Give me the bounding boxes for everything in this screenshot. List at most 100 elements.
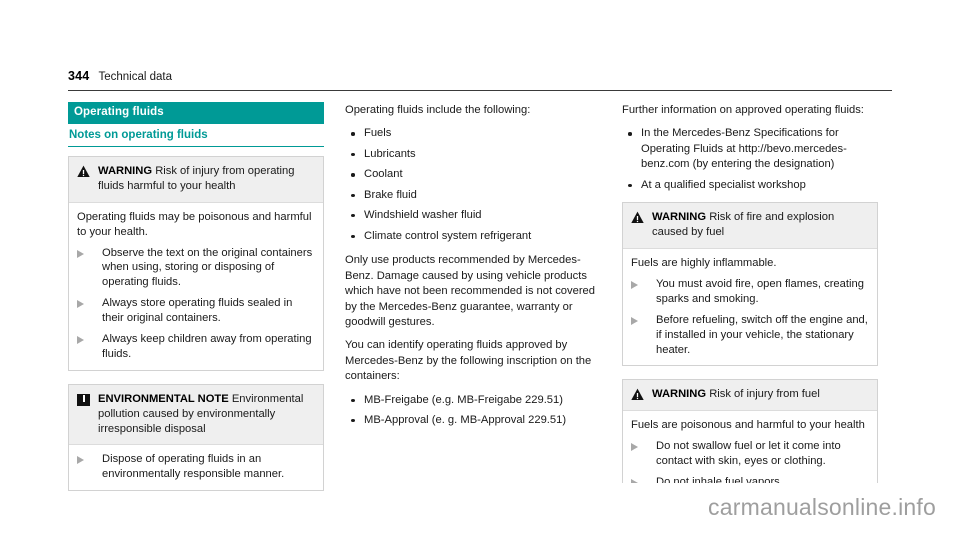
list-item: Do not inhale fuel vapors. xyxy=(631,475,868,484)
warning-label: WARNING xyxy=(98,165,153,178)
action-triangle-icon xyxy=(77,249,93,258)
list-item: MB-Freigabe (e.g. MB-Freigabe 229.51) xyxy=(345,393,601,408)
inscription-intro-paragraph: You can identify operating fluids approv… xyxy=(345,339,592,383)
warning-intro-text: Fuels are poisonous and harmful to your … xyxy=(631,419,865,432)
fluids-intro-text: Operating fluids include the following: xyxy=(345,104,531,116)
page-header: 344 Technical data xyxy=(68,69,892,91)
action-text: Do not swallow fuel or let it come into … xyxy=(656,440,841,468)
section-title-bar: Operating fluids xyxy=(68,102,324,125)
list-item-label: Windshield washer fluid xyxy=(364,209,482,222)
warning-action-list: Do not swallow fuel or let it come into … xyxy=(631,439,868,484)
warning-intro-text: Fuels are highly inflammable. xyxy=(631,257,777,270)
list-item: Lubricants xyxy=(345,147,601,162)
watermark: carmanualsonline.info xyxy=(708,494,936,520)
list-item-label: Brake fluid xyxy=(364,188,417,201)
action-text: Observe the text on the original contain… xyxy=(102,246,313,289)
warning-title: Risk of injury from fuel xyxy=(709,388,820,401)
warning-box-header: WARNING Risk of injury from operating fl… xyxy=(69,157,323,203)
bullet-icon xyxy=(351,214,355,218)
column-middle: Operating fluids include the following: … xyxy=(345,102,601,504)
list-item: Always keep children away from operating… xyxy=(77,332,314,362)
warning-box-header: WARNING Risk of fire and explosion cause… xyxy=(623,203,877,250)
environmental-note-icon xyxy=(77,393,90,406)
column-left: Operating fluids Notes on operating flui… xyxy=(68,102,324,504)
list-item-label: MB-Freigabe (e.g. MB-Freigabe 229.51) xyxy=(364,393,563,406)
bullet-icon xyxy=(628,132,632,136)
list-item: Coolant xyxy=(345,167,601,182)
list-item: At a qualified specialist workshop xyxy=(622,178,878,193)
action-text: Always store operating fluids sealed in … xyxy=(102,297,293,325)
column-right: Further information on approved operatin… xyxy=(622,102,878,504)
subsection-title: Notes on operating fluids xyxy=(68,124,324,148)
environmental-note-body: Dispose of operating fluids in an enviro… xyxy=(69,445,323,490)
page-number: 344 xyxy=(68,69,90,83)
list-item-label: At a qualified specialist workshop xyxy=(641,178,806,191)
environmental-action-list: Dispose of operating fluids in an enviro… xyxy=(77,452,314,482)
action-text: Before refueling, switch off the engine … xyxy=(656,313,868,356)
further-info-list: In the Mercedes-Benz Specifications for … xyxy=(622,126,878,193)
warning-box-body: Operating fluids may be poisonous and ha… xyxy=(69,203,323,370)
bullet-icon xyxy=(351,193,355,197)
bullet-icon xyxy=(351,173,355,177)
warning-intro-text: Operating fluids may be poisonous and ha… xyxy=(77,210,312,238)
bullet-icon xyxy=(351,419,355,423)
environmental-note-header-text: ENVIRONMENTAL NOTE Environmental polluti… xyxy=(98,392,314,437)
action-text: Dispose of operating fluids in an enviro… xyxy=(102,453,285,481)
list-item: Do not swallow fuel or let it come into … xyxy=(631,439,868,469)
warning-triangle-icon xyxy=(77,165,90,178)
warning-box-header-text: WARNING Risk of injury from operating fl… xyxy=(98,164,314,194)
operating-fluids-list: Fuels Lubricants Coolant Brake fluid Win… xyxy=(345,126,601,244)
warning-triangle-icon xyxy=(631,211,644,224)
action-triangle-icon xyxy=(77,300,93,309)
list-item: Climate control system refrigerant xyxy=(345,229,601,244)
list-item: Dispose of operating fluids in an enviro… xyxy=(77,452,314,482)
warning-triangle-icon xyxy=(631,388,644,401)
list-item: In the Mercedes-Benz Specifications for … xyxy=(622,126,878,172)
warning-box-fire-explosion: WARNING Risk of fire and explosion cause… xyxy=(622,202,878,367)
environmental-note-header: ENVIRONMENTAL NOTE Environmental polluti… xyxy=(69,384,323,446)
action-triangle-icon xyxy=(77,456,93,465)
environmental-note-label: ENVIRONMENTAL NOTE xyxy=(98,392,229,405)
warning-box-body: Fuels are highly inflammable. You must a… xyxy=(623,249,877,365)
list-item-label: Lubricants xyxy=(364,147,416,160)
warning-box-header-text: WARNING Risk of injury from fuel xyxy=(652,387,820,402)
list-item-label: Fuels xyxy=(364,127,392,140)
action-triangle-icon xyxy=(631,280,647,289)
further-info-intro-text: Further information on approved operatin… xyxy=(622,104,864,116)
list-item: MB-Approval (e. g. MB-Approval 229.51) xyxy=(345,413,601,428)
list-item: Always store operating fluids sealed in … xyxy=(77,296,314,326)
warning-action-list: Observe the text on the original contain… xyxy=(77,246,314,362)
action-triangle-icon xyxy=(631,478,647,484)
inscription-list: MB-Freigabe (e.g. MB-Freigabe 229.51) MB… xyxy=(345,393,601,429)
bullet-icon xyxy=(628,183,632,187)
action-text: Do not inhale fuel vapors. xyxy=(656,475,783,484)
list-item-label: In the Mercedes-Benz Specifications for … xyxy=(641,127,847,171)
warning-action-list: You must avoid fire, open flames, creati… xyxy=(631,277,868,357)
page-section-title: Technical data xyxy=(98,71,172,83)
page-columns: Operating fluids Notes on operating flui… xyxy=(68,102,892,504)
recommended-products-paragraph: Only use products recommended by Mercede… xyxy=(345,254,596,328)
action-text: You must avoid fire, open flames, creati… xyxy=(656,277,864,305)
list-item: Observe the text on the original contain… xyxy=(77,246,314,291)
warning-label: WARNING xyxy=(652,388,707,401)
warning-box-operating-fluids: WARNING Risk of injury from operating fl… xyxy=(68,156,324,371)
warning-box-header: WARNING Risk of injury from fuel xyxy=(623,380,877,412)
list-item: Windshield washer fluid xyxy=(345,208,601,223)
warning-box-body: Fuels are poisonous and harmful to your … xyxy=(623,411,877,484)
bullet-icon xyxy=(351,132,355,136)
bullet-icon xyxy=(351,398,355,402)
list-item: Before refueling, switch off the engine … xyxy=(631,313,868,358)
warning-box-header-text: WARNING Risk of fire and explosion cause… xyxy=(652,210,868,240)
environmental-note-box: ENVIRONMENTAL NOTE Environmental polluti… xyxy=(68,383,324,492)
list-item: Brake fluid xyxy=(345,188,601,203)
action-triangle-icon xyxy=(631,443,647,452)
list-item-label: Climate control system refrigerant xyxy=(364,229,532,242)
list-item: You must avoid fire, open flames, creati… xyxy=(631,277,868,307)
warning-box-injury-fuel: WARNING Risk of injury from fuel Fuels a… xyxy=(622,379,878,484)
action-text: Always keep children away from operating… xyxy=(102,333,312,360)
warning-label: WARNING xyxy=(652,211,707,224)
action-triangle-icon xyxy=(631,316,647,325)
bullet-icon xyxy=(351,234,355,238)
bullet-icon xyxy=(351,152,355,157)
list-item-label: MB-Approval (e. g. MB-Approval 229.51) xyxy=(364,414,567,427)
